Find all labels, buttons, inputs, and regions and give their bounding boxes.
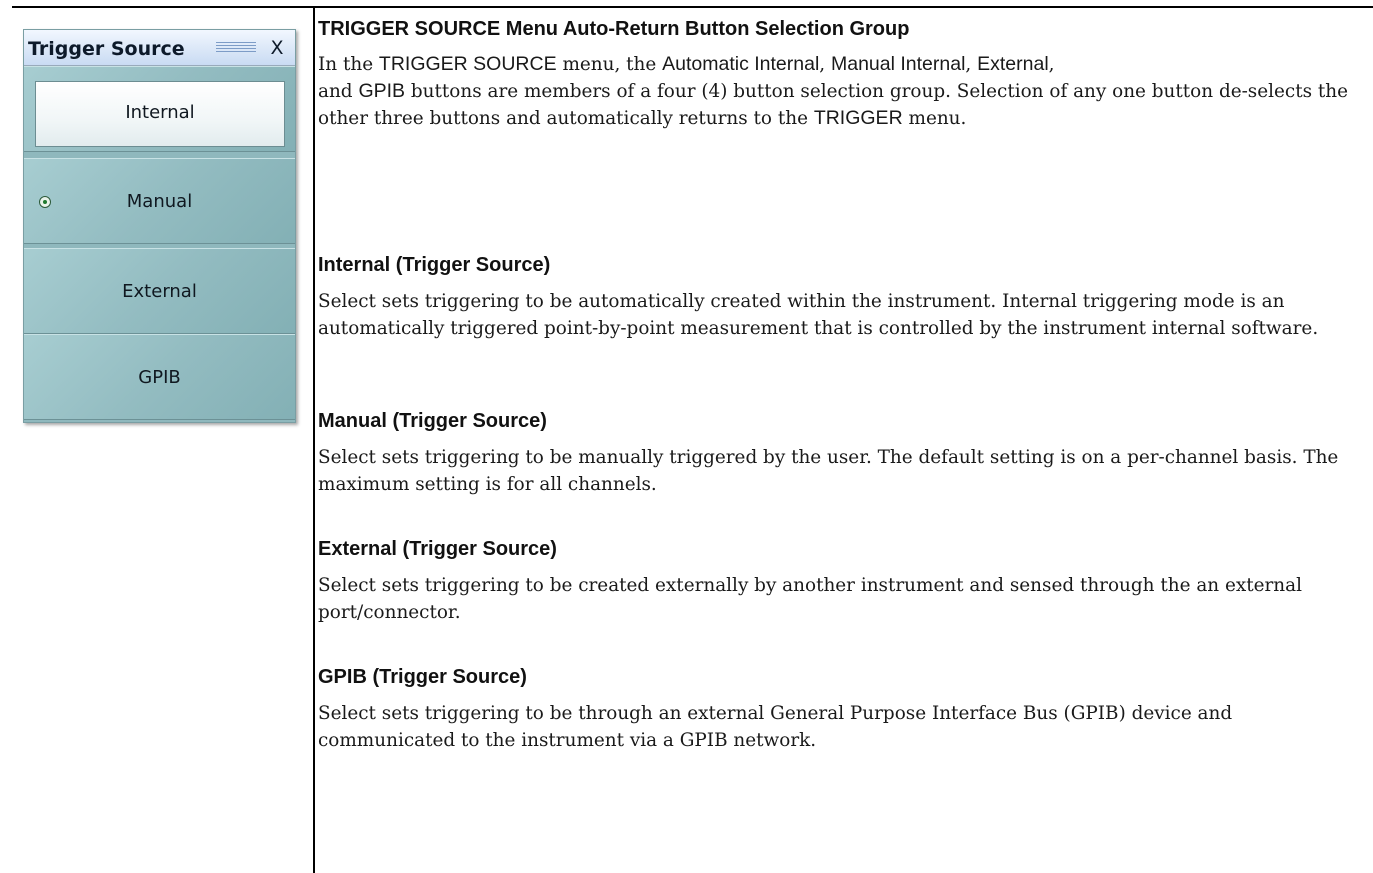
external-button-label: External [122, 281, 197, 302]
external-heading: External (Trigger Source) [318, 538, 557, 560]
manual-description: Select sets triggering to be manually tr… [318, 447, 1339, 495]
menu-title-bar[interactable]: Trigger Source X [24, 30, 295, 66]
manual-heading: Manual (Trigger Source) [318, 410, 547, 432]
section-heading: TRIGGER SOURCE Menu Auto-Return Button S… [318, 18, 910, 40]
manual-button-label: Manual [126, 191, 193, 212]
gpib-button-label: GPIB [138, 367, 181, 388]
close-button[interactable]: X [262, 37, 292, 59]
internal-description: Select sets triggering to be automatical… [318, 291, 1319, 339]
gpib-button[interactable]: GPIB [24, 334, 295, 420]
internal-button-highlight: Internal [35, 81, 285, 147]
intro-paragraph: In the TRIGGER SOURCE menu, the Automati… [318, 53, 1348, 129]
trigger-source-menu: Trigger Source X Internal Manual Externa… [23, 29, 296, 423]
top-rule [12, 6, 1373, 8]
gpib-heading: GPIB (Trigger Source) [318, 666, 527, 688]
internal-button[interactable]: Internal [24, 66, 295, 152]
title-grip-lines [216, 42, 256, 54]
manual-button[interactable]: Manual [24, 158, 295, 244]
internal-heading: Internal (Trigger Source) [318, 254, 551, 276]
external-description: Select sets triggering to be created ext… [318, 575, 1302, 623]
menu-title: Trigger Source [28, 38, 185, 60]
external-button[interactable]: External [24, 248, 295, 334]
internal-button-label: Internal [125, 102, 195, 123]
column-divider [313, 7, 315, 873]
gpib-description: Select sets triggering to be through an … [318, 703, 1233, 751]
